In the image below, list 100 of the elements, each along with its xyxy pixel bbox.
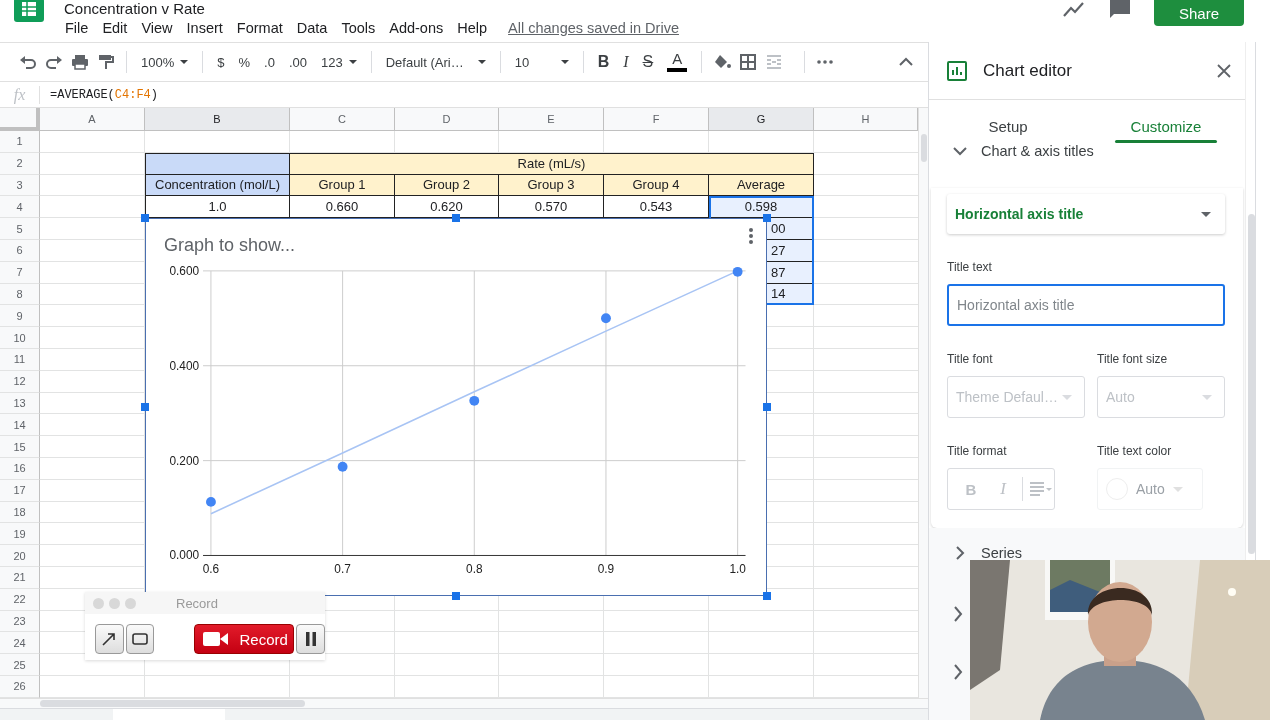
- caret-icon: [1201, 211, 1211, 217]
- axis-tick-label: 1.0: [729, 562, 746, 577]
- axis-tick-label: 0.200: [169, 453, 200, 468]
- formula-text[interactable]: =AVERAGE(C4:F4): [40, 87, 159, 102]
- close-icon[interactable]: [1217, 63, 1231, 78]
- row-header[interactable]: 5: [0, 218, 40, 240]
- percent-format-button[interactable]: %: [234, 48, 255, 76]
- more-options-icon[interactable]: [748, 227, 754, 246]
- caret-icon: [560, 60, 569, 64]
- axis-title-dropdown[interactable]: Horizontal axis title: [947, 194, 1225, 234]
- row-header[interactable]: 21: [0, 566, 40, 589]
- row-header[interactable]: 25: [0, 654, 40, 676]
- currency-format-button[interactable]: $: [213, 48, 229, 76]
- menu-item[interactable]: Insert: [179, 18, 230, 38]
- menu-item[interactable]: Add-ons: [382, 18, 451, 38]
- decrease-decimal-button[interactable]: .0: [260, 48, 279, 76]
- resize-handle[interactable]: [763, 214, 771, 223]
- strikethrough-button[interactable]: S: [638, 48, 658, 76]
- row-header[interactable]: 2: [0, 152, 40, 175]
- row-header[interactable]: 16: [0, 457, 40, 480]
- row-header[interactable]: 3: [0, 174, 40, 197]
- caret-icon: [477, 60, 486, 64]
- resize-handle[interactable]: [141, 214, 149, 223]
- zoom-dropdown[interactable]: 100%: [137, 48, 193, 76]
- row-header[interactable]: 10: [0, 327, 40, 349]
- text-color-button[interactable]: A: [663, 48, 692, 76]
- spreadsheet-logo-icon[interactable]: [14, 0, 44, 22]
- scrollbar-thumb[interactable]: [1248, 214, 1255, 554]
- row-header[interactable]: 15: [0, 436, 40, 458]
- resize-handle[interactable]: [141, 403, 149, 412]
- resize-handle[interactable]: [452, 214, 460, 223]
- column-heading: Concentration (mol/L): [145, 174, 290, 197]
- bold-button[interactable]: B: [593, 48, 614, 76]
- number-format-dropdown[interactable]: 123: [316, 48, 361, 76]
- row-header[interactable]: 23: [0, 610, 40, 633]
- italic-button[interactable]: I: [619, 48, 633, 76]
- column-header[interactable]: F: [604, 108, 709, 131]
- row-header[interactable]: 1: [0, 131, 40, 153]
- column-header[interactable]: B: [145, 108, 290, 131]
- row-header[interactable]: 6: [0, 240, 40, 262]
- title-text-field[interactable]: Horizontal axis title: [947, 284, 1225, 326]
- scrollbar-thumb[interactable]: [921, 134, 927, 162]
- spreadsheet-grid[interactable]: [0, 108, 918, 698]
- row-header[interactable]: 19: [0, 523, 40, 546]
- row-header[interactable]: 11: [0, 348, 40, 371]
- menu-item[interactable]: File: [58, 18, 96, 38]
- field-label: Title font: [947, 352, 994, 366]
- row-header[interactable]: 9: [0, 305, 40, 328]
- menu-item[interactable]: Edit: [95, 18, 135, 38]
- save-status-link[interactable]: All changes saved in Drive: [508, 20, 679, 36]
- row-header[interactable]: 4: [0, 196, 40, 219]
- column-header[interactable]: A: [40, 108, 145, 131]
- row-header[interactable]: 26: [0, 675, 40, 698]
- field-label: Title text color: [1097, 444, 1173, 458]
- resize-handle[interactable]: [763, 403, 771, 412]
- increase-decimal-button[interactable]: .00: [284, 48, 311, 76]
- column-heading: Group 3: [499, 174, 604, 197]
- borders-icon[interactable]: [738, 52, 759, 72]
- resize-handle[interactable]: [763, 592, 771, 601]
- section-header[interactable]: Series: [929, 542, 1027, 564]
- menu-item[interactable]: View: [134, 18, 180, 38]
- row-header[interactable]: 22: [0, 588, 40, 611]
- row-header[interactable]: 18: [0, 501, 40, 524]
- comment-icon[interactable]: [1108, 0, 1132, 20]
- row-header[interactable]: 13: [0, 392, 40, 415]
- paint-format-icon[interactable]: [96, 52, 116, 72]
- row-header[interactable]: 24: [0, 632, 40, 655]
- menu-item[interactable]: Tools: [334, 18, 383, 38]
- print-icon[interactable]: [70, 52, 90, 72]
- column-header[interactable]: G: [709, 108, 814, 131]
- font-size-dropdown[interactable]: 10: [510, 48, 573, 76]
- row-header[interactable]: 17: [0, 479, 40, 502]
- field-label: Title text: [947, 260, 993, 274]
- chart-title: Graph to show...: [163, 234, 296, 256]
- chevron-icon: [953, 146, 967, 156]
- row-header[interactable]: 20: [0, 545, 40, 567]
- column-header[interactable]: H: [814, 108, 918, 131]
- column-header[interactable]: C: [290, 108, 395, 131]
- scrollbar-thumb[interactable]: [40, 700, 305, 707]
- column-header[interactable]: E: [499, 108, 604, 131]
- document-title[interactable]: Concentration v Rate: [58, 0, 205, 17]
- menu-item[interactable]: Format: [229, 18, 290, 38]
- row-header[interactable]: 12: [0, 370, 40, 393]
- chevron-icon[interactable]: [953, 606, 963, 622]
- column-header[interactable]: D: [395, 108, 499, 131]
- row-header[interactable]: 7: [0, 261, 40, 284]
- pause-button[interactable]: [296, 624, 325, 654]
- record-button[interactable]: Record: [194, 624, 295, 654]
- rectangle-tool-button[interactable]: [125, 624, 155, 654]
- share-button[interactable]: Share: [1154, 0, 1244, 26]
- field-label: Title font size: [1097, 352, 1169, 366]
- arrow-tool-button[interactable]: [95, 624, 124, 654]
- menu-item[interactable]: Help: [450, 18, 495, 38]
- row-header[interactable]: 14: [0, 414, 40, 437]
- menu-item[interactable]: Data: [289, 18, 335, 38]
- axis-tick-label: 0.8: [466, 562, 483, 577]
- resize-handle[interactable]: [452, 592, 460, 601]
- row-header[interactable]: 8: [0, 283, 40, 306]
- chevron-icon[interactable]: [953, 664, 963, 680]
- font-dropdown[interactable]: Default (Ari…: [381, 48, 490, 76]
